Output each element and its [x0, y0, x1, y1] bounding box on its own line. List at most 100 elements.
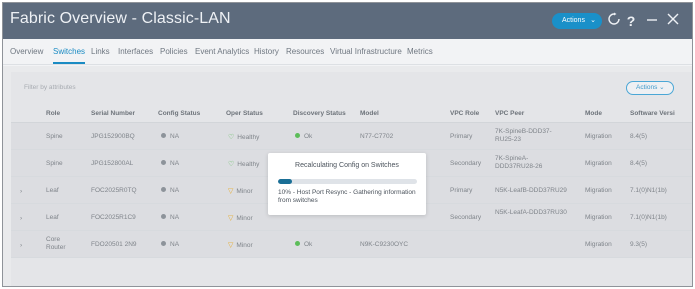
cell-serial: JPG152900BQ — [91, 133, 135, 140]
cell-config-status: NA — [161, 213, 180, 221]
config-status-text: NA — [170, 241, 180, 248]
cell-config-status: NA — [161, 186, 180, 194]
status-dot-icon — [161, 240, 166, 246]
column-header-discovery-status[interactable]: Discovery Status — [293, 110, 346, 117]
row-expand-icon[interactable]: › — [20, 242, 22, 249]
tab-policies[interactable]: Policies — [160, 47, 188, 56]
row-expand-icon[interactable]: › — [20, 188, 22, 195]
filter-input[interactable]: Filter by attributes — [24, 84, 76, 91]
tab-overview[interactable]: Overview — [10, 47, 43, 56]
cell-config-status: NA — [161, 132, 180, 140]
cell-oper-status: ♡ Healthy — [228, 133, 259, 141]
fabric-overview-window: Fabric Overview - Classic-LAN Actions ⌄ … — [2, 2, 693, 287]
column-header-config-status[interactable]: Config Status — [158, 110, 200, 117]
minimize-icon-graphic — [647, 19, 657, 21]
column-header-vpc-peer[interactable]: VPC Peer — [495, 110, 524, 117]
config-status-text: NA — [170, 160, 180, 167]
oper-status-text: Healthy — [237, 161, 260, 168]
status-dot-icon — [161, 132, 166, 138]
discovery-status-text: Ok — [304, 241, 313, 248]
column-header-vpc-role[interactable]: VPC Role — [450, 110, 479, 117]
refresh-icon[interactable] — [606, 12, 622, 30]
cell-model: N77-C7702 — [360, 133, 394, 140]
chevron-down-icon: ⌄ — [590, 17, 596, 24]
refresh-icon-graphic — [608, 12, 620, 25]
oper-status-text: Minor — [236, 242, 253, 249]
tab-resources[interactable]: Resources — [286, 47, 324, 56]
status-dot-icon — [295, 240, 300, 246]
cell-vpc-peer: N5K-LeafA-DDD37RU30 — [495, 209, 567, 216]
cell-serial: FOC2025R0TQ — [91, 187, 137, 194]
actions-dropdown-button[interactable]: Actions ⌄ — [552, 13, 602, 29]
oper-status-text: Minor — [236, 215, 253, 222]
cell-config-status: NA — [161, 159, 180, 167]
chevron-down-icon: ⌄ — [659, 84, 665, 91]
cell-config-status: NA — [161, 240, 180, 248]
column-header-role[interactable]: Role — [46, 110, 60, 117]
warning-icon: ▽ — [228, 215, 234, 222]
column-header-model[interactable]: Model — [360, 110, 379, 117]
column-header-serial-number[interactable]: Serial Number — [91, 110, 135, 117]
cell-software: 8.4(5) — [630, 160, 647, 167]
dialog-title: Recalculating Config on Switches — [295, 162, 399, 169]
tab-bar: Overview Switches Links Interfaces Polic… — [3, 39, 692, 65]
actions-label: Actions — [562, 17, 585, 24]
cell-role: Core Router — [46, 236, 66, 251]
config-status-text: NA — [170, 187, 180, 194]
minimize-icon[interactable] — [644, 12, 660, 30]
table-actions-label: Actions — [636, 84, 658, 91]
column-header-oper-status[interactable]: Oper Status — [226, 110, 263, 117]
tab-metrics[interactable]: Metrics — [407, 47, 433, 56]
progress-bar — [278, 179, 417, 184]
tab-interfaces[interactable]: Interfaces — [118, 47, 153, 56]
config-status-text: NA — [170, 133, 180, 140]
progress-dialog: Recalculating Config on Switches 10% - H… — [268, 153, 426, 215]
active-tab-indicator — [53, 62, 85, 64]
oper-status-text: Healthy — [237, 134, 260, 141]
cell-software: 9.3(5) — [630, 241, 647, 248]
progress-message: 10% - Host Port Resync - Gathering infor… — [278, 189, 416, 204]
cell-oper-status: ▽ Minor — [228, 187, 253, 195]
warning-icon: ▽ — [228, 188, 234, 195]
cell-vpc-role: Secondary — [450, 214, 482, 221]
status-dot-icon — [161, 186, 166, 192]
cell-software: 7.1(0)N1(1b) — [630, 187, 667, 194]
table-actions-button[interactable]: Actions ⌄ — [626, 81, 674, 95]
cell-oper-status: ▽ Minor — [228, 214, 253, 222]
tab-event-analytics[interactable]: Event Analytics — [195, 47, 249, 56]
cell-software: 8.4(5) — [630, 133, 647, 140]
table-row[interactable]: › Core Router FDO20501 2N9 NA ▽ Minor Ok … — [11, 231, 692, 258]
tab-links[interactable]: Links — [91, 47, 110, 56]
column-header-mode[interactable]: Mode — [585, 110, 602, 117]
cell-vpc-role: Secondary — [450, 160, 482, 167]
close-icon[interactable] — [665, 12, 681, 30]
status-dot-icon — [161, 159, 166, 165]
tab-virtual-infrastructure[interactable]: Virtual Infrastructure — [330, 47, 402, 56]
help-icon[interactable]: ? — [623, 12, 639, 30]
cell-mode: Migration — [585, 187, 612, 194]
status-dot-icon — [295, 132, 300, 138]
oper-status-text: Minor — [236, 188, 253, 195]
warning-icon: ▽ — [228, 242, 234, 249]
status-dot-icon — [161, 213, 166, 219]
cell-vpc-role: Primary — [450, 187, 473, 194]
table-row[interactable]: Spine JPG152900BQ NA ♡ Healthy Ok N77-C77… — [11, 123, 692, 150]
cell-role: Spine — [46, 160, 63, 167]
cell-mode: Migration — [585, 133, 612, 140]
column-header-software-version[interactable]: Software Versi — [630, 110, 675, 117]
tab-history[interactable]: History — [254, 47, 279, 56]
cell-mode: Migration — [585, 160, 612, 167]
table-header: Role Serial Number Config Status Oper St… — [11, 105, 692, 123]
cell-role: Leaf — [46, 187, 59, 194]
progress-bar-fill — [278, 179, 292, 184]
config-status-text: NA — [170, 214, 180, 221]
tab-switches[interactable]: Switches — [53, 47, 85, 56]
window-title: Fabric Overview - Classic-LAN — [10, 10, 231, 27]
cell-vpc-role: Primary — [450, 133, 473, 140]
cell-vpc-peer: 7K-SpineB-DDD37-RU25-23 — [495, 128, 552, 143]
row-expand-icon[interactable]: › — [20, 215, 22, 222]
cell-vpc-peer: 7K-SpineA-DDD37RU28-26 — [495, 155, 543, 170]
cell-role: Leaf — [46, 214, 59, 221]
cell-role: Spine — [46, 133, 63, 140]
cell-oper-status: ♡ Healthy — [228, 160, 259, 168]
